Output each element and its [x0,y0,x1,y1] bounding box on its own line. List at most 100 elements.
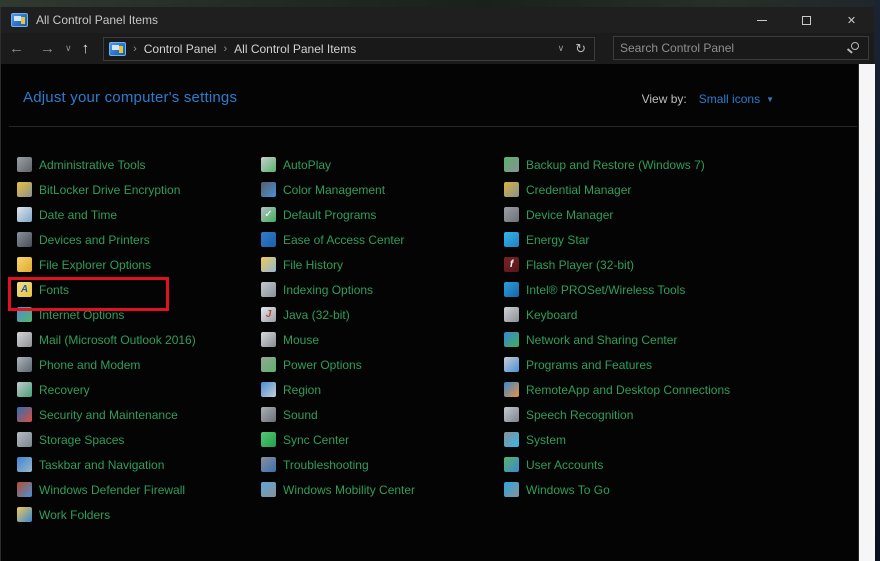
list-item[interactable]: Ease of Access Center [261,227,493,252]
list-item[interactable]: File History [261,252,493,277]
list-item[interactable]: Energy Star [504,227,804,252]
list-item[interactable]: Windows Defender Firewall [17,477,249,502]
list-item[interactable]: Credential Manager [504,177,804,202]
item-label: Programs and Features [526,357,653,372]
list-item[interactable]: Color Management [261,177,493,202]
refresh-button[interactable]: ↻ [571,41,590,57]
refresh-icon: ↻ [575,40,587,56]
address-bar[interactable]: › Control Panel › All Control Panel Item… [103,36,596,61]
list-item[interactable]: Devices and Printers [17,227,249,252]
dropdown-arrow-icon[interactable]: ▼ [766,95,774,104]
item-label: Recovery [39,382,90,397]
list-item[interactable]: Programs and Features [504,352,804,377]
close-button[interactable]: ✕ [829,7,874,33]
item-label: Date and Time [39,207,118,222]
windows-to-go-icon [504,482,519,497]
item-label: Taskbar and Navigation [39,457,165,472]
list-item[interactable]: Phone and Modem [17,352,249,377]
recent-locations-button[interactable]: ∨ [63,43,74,54]
list-item[interactable]: Taskbar and Navigation [17,452,249,477]
item-label: Windows Mobility Center [283,482,416,497]
back-button[interactable]: ← [1,40,32,57]
list-item[interactable]: System [504,427,804,452]
backup-restore-icon [504,157,519,172]
list-item[interactable]: Sync Center [261,427,493,452]
item-label: Power Options [283,357,362,372]
list-item[interactable]: Administrative Tools [17,152,249,177]
breadcrumb-control-panel[interactable]: Control Panel [144,42,217,56]
list-item[interactable]: Windows Mobility Center [261,477,493,502]
list-item[interactable]: Device Manager [504,202,804,227]
breadcrumb-all-items[interactable]: All Control Panel Items [234,42,356,56]
item-label: Mouse [283,332,320,347]
item-label: Color Management [283,182,386,197]
list-item[interactable]: f Flash Player (32-bit) [504,252,804,277]
work-folders-icon [17,507,32,522]
search-icon[interactable] [851,42,859,50]
list-item[interactable]: User Accounts [504,452,804,477]
list-item[interactable]: J Java (32-bit) [261,302,493,327]
breadcrumb-separator-icon: › [223,42,228,55]
screen: All Control Panel Items ✕ ← → ∨ ↑ › Cont… [0,0,880,561]
item-label: Network and Sharing Center [526,332,678,347]
address-dropdown-button[interactable]: ∨ [551,43,572,54]
list-item[interactable]: Region [261,377,493,402]
item-label: Default Programs [283,207,377,222]
maximize-button[interactable] [784,7,829,33]
divider [9,126,857,127]
list-item[interactable]: Troubleshooting [261,452,493,477]
list-item[interactable]: Backup and Restore (Windows 7) [504,152,804,177]
item-label: Troubleshooting [283,457,369,472]
item-label: Keyboard [526,307,578,322]
scrollbar-gutter[interactable] [858,64,875,561]
forward-button[interactable]: → [32,40,63,57]
list-item[interactable]: Speech Recognition [504,402,804,427]
list-item[interactable]: Security and Maintenance [17,402,249,427]
mobility-center-icon [261,482,276,497]
list-item[interactable]: Network and Sharing Center [504,327,804,352]
navigation-bar: ← → ∨ ↑ › Control Panel › All Control Pa… [1,33,874,64]
up-button[interactable]: ↑ [74,40,98,57]
list-item[interactable]: BitLocker Drive Encryption [17,177,249,202]
troubleshooting-icon [261,457,276,472]
list-item[interactable]: Intel® PROSet/Wireless Tools [504,277,804,302]
list-item[interactable]: Indexing Options [261,277,493,302]
titlebar[interactable]: All Control Panel Items ✕ [1,7,874,33]
list-item[interactable]: Recovery [17,377,249,402]
item-label: Indexing Options [283,282,374,297]
minimize-button[interactable] [739,7,784,33]
search-box[interactable] [613,36,869,60]
list-item[interactable]: RemoteApp and Desktop Connections [504,377,804,402]
list-item[interactable]: Storage Spaces [17,427,249,452]
list-item[interactable]: Sound [261,402,493,427]
list-item[interactable]: Work Folders [17,502,249,527]
item-label: Java (32-bit) [283,307,350,322]
item-label: Storage Spaces [39,432,125,447]
keyboard-icon [504,307,519,322]
list-item[interactable]: Power Options [261,352,493,377]
item-label: Windows Defender Firewall [39,482,186,497]
search-input[interactable] [620,37,835,59]
list-item[interactable]: Windows To Go [504,477,804,502]
list-item[interactable]: Mouse [261,327,493,352]
mouse-icon [261,332,276,347]
item-label: File Explorer Options [39,257,152,272]
list-item[interactable]: Keyboard [504,302,804,327]
control-panel-icon [109,41,127,56]
administrative-tools-icon [17,157,32,172]
view-by-dropdown[interactable]: Small icons [699,92,760,106]
list-item[interactable]: Mail (Microsoft Outlook 2016) [17,327,249,352]
phone-modem-icon [17,357,32,372]
user-accounts-icon [504,457,519,472]
list-item[interactable]: File Explorer Options [17,252,249,277]
sound-icon [261,407,276,422]
item-label: AutoPlay [283,157,332,172]
item-label: Energy Star [526,232,590,247]
list-item[interactable]: ✓ Default Programs [261,202,493,227]
item-label: Windows To Go [526,482,610,497]
item-label: BitLocker Drive Encryption [39,182,181,197]
intel-proset-icon [504,282,519,297]
list-item[interactable]: Date and Time [17,202,249,227]
maximize-icon [802,15,811,25]
list-item[interactable]: AutoPlay [261,152,493,177]
